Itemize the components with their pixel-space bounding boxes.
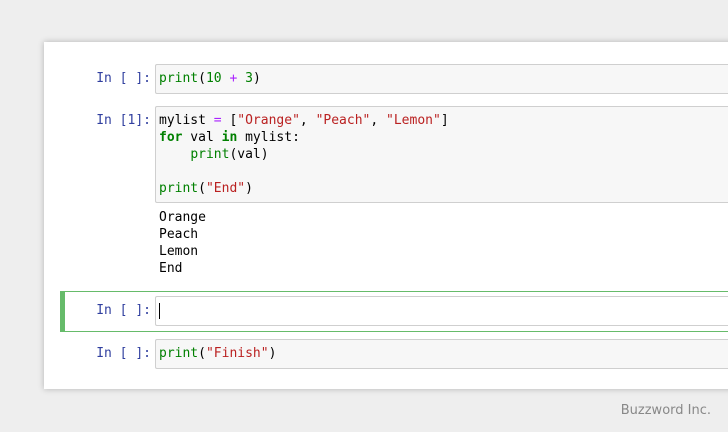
code-line: for val in mylist: xyxy=(159,129,728,146)
code-token: print xyxy=(159,346,199,361)
code-token: print xyxy=(159,71,199,86)
code-token: ( xyxy=(198,71,206,86)
code-token: ] xyxy=(440,113,449,128)
notebook-container: In [ ]: print(10 + 3) In [1]: mylist = [… xyxy=(44,42,728,389)
output-line: Lemon xyxy=(159,244,199,259)
code-token: = xyxy=(213,113,222,128)
output-line: Peach xyxy=(159,227,199,242)
code-input[interactable] xyxy=(155,296,728,326)
input-prompt: In [1]: xyxy=(96,113,151,128)
output-line: End xyxy=(159,261,183,276)
watermark: Buzzword Inc. xyxy=(620,403,711,418)
code-token: "End" xyxy=(205,181,246,196)
code-token: 3 xyxy=(245,71,253,86)
input-prompt: In [ ]: xyxy=(96,303,151,318)
code-input[interactable]: mylist = ["Orange", "Peach", "Lemon"] fo… xyxy=(155,106,728,203)
code-token: print xyxy=(159,181,199,196)
code-line: print("End") xyxy=(159,180,728,197)
code-token: ) xyxy=(268,346,277,361)
code-line xyxy=(159,302,728,319)
code-token: "Peach" xyxy=(315,113,371,128)
code-token: , xyxy=(299,113,316,128)
code-token: , xyxy=(370,113,387,128)
code-line: print(10 + 3) xyxy=(159,70,728,87)
code-token: print xyxy=(190,147,230,162)
code-token: ) xyxy=(252,71,261,86)
code-token: mylist xyxy=(159,113,214,128)
input-prompt: In [ ]: xyxy=(96,346,151,361)
code-line: print("Finish") xyxy=(159,345,728,362)
code-token: for xyxy=(159,130,183,145)
code-token: "Lemon" xyxy=(386,113,441,128)
code-token: ( xyxy=(198,346,206,361)
input-prompt: In [ ]: xyxy=(96,71,151,86)
code-token: 10 xyxy=(205,71,222,86)
code-token: val xyxy=(182,130,222,145)
code-line: print(val) xyxy=(159,146,728,163)
code-token: + xyxy=(221,71,246,86)
code-token: in xyxy=(221,130,238,145)
cell-output: Orange Peach Lemon End xyxy=(159,209,206,277)
code-line: mylist = ["Orange", "Peach", "Lemon"] xyxy=(159,112,728,129)
code-input[interactable]: print(10 + 3) xyxy=(155,64,728,94)
code-token: "Orange" xyxy=(237,113,300,128)
output-line: Orange xyxy=(159,210,206,225)
code-token: "Finish" xyxy=(205,346,269,361)
code-token: (val) xyxy=(229,147,269,162)
code-token: ) xyxy=(245,181,253,196)
code-token: [ xyxy=(221,113,238,128)
text-cursor xyxy=(159,302,160,319)
code-input[interactable]: print("Finish") xyxy=(155,339,728,369)
code-token: ( xyxy=(198,181,206,196)
code-token: mylist: xyxy=(237,130,300,145)
